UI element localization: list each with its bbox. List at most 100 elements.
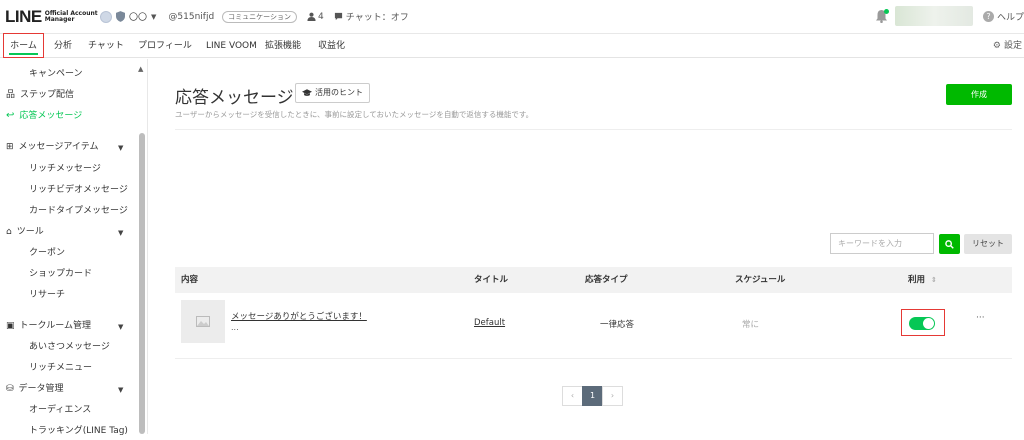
line-oa-manager-logo[interactable]: LINE Official Account Manager [5, 7, 98, 27]
tab-profile[interactable]: プロフィール [138, 34, 192, 58]
sidebar-item-step[interactable]: 品 ステップ配信 [6, 86, 74, 104]
page-title: 応答メッセージ [175, 88, 294, 108]
person-icon [307, 12, 316, 21]
notification-bell-icon[interactable] [875, 9, 889, 23]
sidebar-group-talk-room[interactable]: ▣ トークルーム管理 [6, 317, 91, 335]
prev-page-button[interactable]: ‹ [562, 386, 583, 406]
chevron-down-icon[interactable]: ▼ [118, 144, 123, 152]
usage-hint-button[interactable]: 活用のヒント [295, 83, 370, 103]
search-button[interactable] [939, 234, 960, 254]
pagination: ‹ 1 › [562, 386, 623, 406]
sidebar-item-greeting[interactable]: あいさつメッセージ [29, 338, 110, 356]
column-header-content: 内容 [181, 275, 199, 285]
sidebar-item-research[interactable]: リサーチ [29, 286, 65, 304]
table-row[interactable]: メッセージありがとうございます！ ... Default 一律応答 常に ··· [175, 293, 1012, 359]
create-button[interactable]: 作成 [946, 84, 1012, 105]
sidebar: ▲ キャンペーン 品 ステップ配信 ↩ 応答メッセージ ⊞ メッセージアイテム … [0, 59, 148, 436]
reset-button[interactable]: リセット [964, 234, 1012, 254]
header-divider [175, 129, 1012, 130]
sidebar-item-step-label: ステップ配信 [20, 90, 75, 100]
tab-analytics[interactable]: 分析 [54, 34, 72, 58]
gear-icon: ⚙ [992, 41, 1001, 51]
category-tag: コミュニケーション [222, 10, 298, 23]
more-options-icon[interactable]: ··· [976, 313, 985, 323]
row-schedule: 常に [742, 320, 760, 330]
image-placeholder-icon [196, 316, 210, 327]
table-header: 内容 タイトル 応答タイプ スケジュール 利用 ⇕ [175, 267, 1012, 293]
keyword-search-input[interactable] [830, 233, 934, 254]
row-title-link[interactable]: Default [474, 318, 505, 328]
sidebar-group-data[interactable]: ⛁ データ管理 [6, 380, 64, 398]
page-description: ユーザーからメッセージを受信したときに、事前に設定しておいたメッセージを自動で返… [175, 110, 534, 119]
message-content-link[interactable]: メッセージありがとうございます！ [231, 310, 367, 322]
account-avatar [100, 10, 112, 23]
store-icon: ⌂ [6, 227, 12, 237]
reply-arrow-icon: ↩ [6, 110, 15, 121]
member-count[interactable]: 4 [307, 12, 324, 22]
logo-subtitle: Official Account Manager [44, 10, 98, 24]
sidebar-group-data-label: データ管理 [18, 384, 64, 394]
sidebar-scrollbar[interactable] [139, 133, 145, 434]
settings-link[interactable]: ⚙ 設定 [993, 34, 1022, 58]
search-icon [945, 239, 954, 249]
hierarchy-icon: 品 [6, 90, 16, 100]
chat-status-text: チャット：オフ [345, 13, 409, 23]
sidebar-item-audience[interactable]: オーディエンス [29, 401, 91, 419]
sidebar-item-rich-video[interactable]: リッチビデオメッセージ [29, 181, 128, 199]
sidebar-group-tools[interactable]: ⌂ ツール [6, 223, 44, 241]
main-content: 応答メッセージ 活用のヒント 作成 ユーザーからメッセージを受信したときに、事前… [148, 59, 1024, 434]
toggle-knob [923, 318, 934, 329]
account-switcher[interactable]: 〇〇 ▼ @515nifjd コミュニケーション 4 チャット：オフ [100, 10, 409, 23]
sidebar-item-shop-card[interactable]: ショップカード [29, 265, 92, 283]
sidebar-item-rich-message[interactable]: リッチメッセージ [29, 160, 101, 178]
sort-icon: ⇕ [930, 276, 937, 284]
sidebar-item-campaign[interactable]: キャンペーン [29, 65, 83, 83]
highlight-box [901, 309, 945, 336]
sidebar-item-card-type[interactable]: カードタイプメッセージ [29, 202, 128, 220]
message-content-more: ... [231, 323, 239, 332]
help-link[interactable]: ? ヘルプ [982, 10, 1024, 23]
tab-monetization[interactable]: 収益化 [318, 34, 345, 58]
scroll-up-arrow-icon[interactable]: ▲ [138, 65, 143, 73]
chevron-down-icon[interactable]: ▼ [118, 229, 123, 237]
chevron-down-icon[interactable]: ▼ [118, 323, 123, 331]
chat-bubble-icon [334, 12, 342, 21]
sidebar-item-auto-reply[interactable]: ↩ 応答メッセージ [6, 107, 82, 125]
tab-extensions[interactable]: 拡張機能 [265, 34, 301, 58]
enabled-toggle[interactable] [909, 317, 935, 330]
account-id: @515nifjd [168, 11, 215, 22]
row-reply-type: 一律応答 [600, 320, 635, 330]
message-box-icon: ⊞ [6, 142, 14, 152]
column-header-title: タイトル [474, 275, 509, 285]
top-bar: LINE Official Account Manager 〇〇 ▼ @515n… [0, 0, 1024, 33]
sidebar-group-message-items[interactable]: ⊞ メッセージアイテム [6, 138, 98, 156]
message-thumbnail [181, 300, 225, 343]
tab-line-voom[interactable]: LINE VOOM [206, 34, 257, 58]
chevron-down-icon: ▼ [151, 12, 157, 21]
chat-status[interactable]: チャット：オフ [334, 10, 409, 23]
next-page-button[interactable]: › [602, 386, 623, 406]
sidebar-item-coupon[interactable]: クーポン [29, 244, 65, 262]
chevron-down-icon[interactable]: ▼ [118, 386, 123, 394]
tab-chat[interactable]: チャット [88, 34, 124, 58]
settings-label: 設定 [1003, 41, 1022, 51]
notification-dot [883, 9, 889, 14]
tab-home[interactable]: ホーム [3, 33, 44, 58]
sidebar-item-rich-menu[interactable]: リッチメニュー [29, 359, 92, 377]
logo-wordmark: LINE [5, 7, 42, 26]
page-1-button[interactable]: 1 [582, 386, 603, 406]
column-header-enabled[interactable]: 利用 ⇕ [908, 267, 937, 293]
logo-subtitle-line2: Manager [44, 16, 75, 23]
header-right-tools: ? ヘルプ [875, 6, 1024, 26]
sidebar-item-auto-reply-label: 応答メッセージ [19, 111, 83, 121]
column-header-reply-type: 応答タイプ [585, 275, 628, 285]
sidebar-group-tools-label: ツール [16, 227, 44, 237]
user-name-blurred[interactable] [894, 6, 973, 26]
usage-hint-label: 活用のヒント [315, 88, 363, 97]
sidebar-item-tracking[interactable]: トラッキング(LINE Tag) [29, 422, 128, 440]
sidebar-group-message-items-label: メッセージアイテム [18, 142, 99, 152]
column-header-schedule: スケジュール [735, 275, 786, 285]
auto-reply-table: 内容 タイトル 応答タイプ スケジュール 利用 ⇕ メッセージありがとうございま… [175, 267, 1012, 359]
talk-room-icon: ▣ [6, 321, 15, 331]
database-icon: ⛁ [6, 384, 14, 394]
